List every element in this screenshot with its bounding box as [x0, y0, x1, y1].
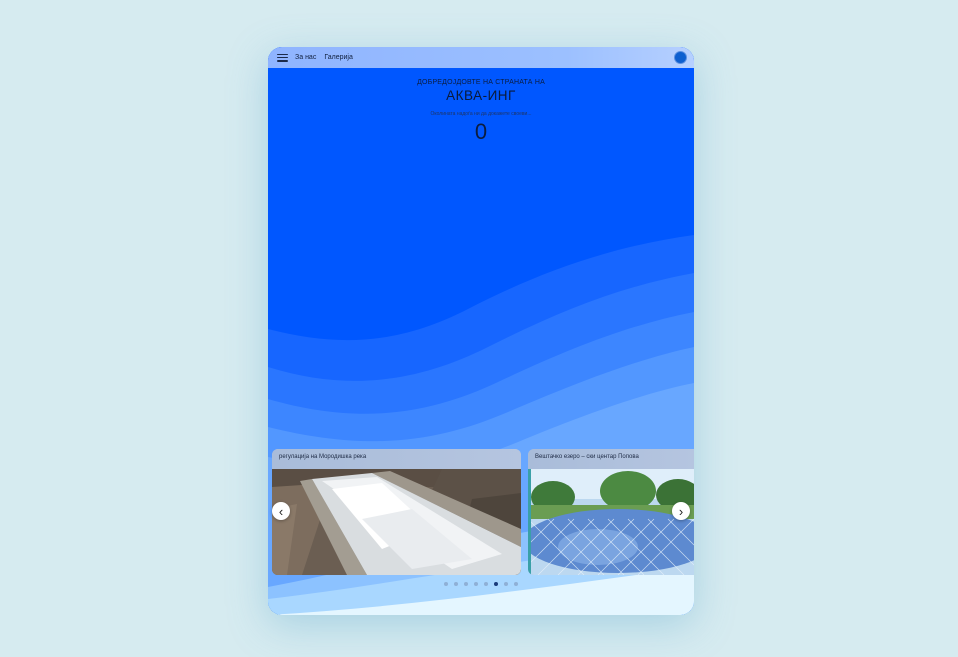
- nav-link-gallery[interactable]: Галерија: [324, 54, 353, 61]
- top-navigation-bar: За нас Галерија: [268, 47, 694, 68]
- counter-value: 0: [474, 119, 488, 144]
- carousel-prev-button[interactable]: ‹: [272, 502, 290, 520]
- hamburger-menu-icon[interactable]: [277, 53, 288, 62]
- river-channel-photo: [272, 469, 521, 575]
- brand-title: АКВА-ИНГ: [446, 88, 516, 103]
- carousel-dot[interactable]: [504, 582, 508, 586]
- carousel-dot[interactable]: [444, 582, 448, 586]
- chevron-left-icon: ‹: [278, 503, 284, 519]
- nav-link-about[interactable]: За нас: [295, 54, 316, 61]
- gallery-slide[interactable]: Вештачко езеро – ски центар Попова: [528, 449, 694, 575]
- chevron-right-icon: ›: [678, 503, 684, 519]
- carousel-next-button[interactable]: ›: [672, 502, 690, 520]
- carousel-dot[interactable]: [514, 582, 518, 586]
- carousel-dot[interactable]: [494, 582, 498, 586]
- tagline-text: Околината надоѓа ни да докажете своеви..…: [430, 111, 532, 117]
- gallery-slide[interactable]: регулација на Мородишка река: [272, 449, 521, 575]
- carousel-dots: [268, 582, 694, 586]
- avatar-icon[interactable]: [674, 51, 687, 64]
- welcome-heading: ДОБРЕДОЈДОВТЕ НА СТРАНАТА НА: [417, 79, 545, 86]
- slide-caption: регулација на Мородишка река: [272, 449, 521, 469]
- app-frame: За нас Галерија ДОБРЕДОЈДОВТЕ НА СТРАНАТ…: [268, 47, 694, 615]
- carousel-dot[interactable]: [454, 582, 458, 586]
- hero-section: ДОБРЕДОЈДОВТЕ НА СТРАНАТА НА АКВА-ИНГ Ок…: [268, 79, 694, 145]
- artificial-lake-photo: [528, 469, 694, 575]
- carousel-dot[interactable]: [484, 582, 488, 586]
- slide-caption: Вештачко езеро – ски центар Попова: [528, 449, 694, 469]
- carousel-dot[interactable]: [474, 582, 478, 586]
- carousel-dot[interactable]: [464, 582, 468, 586]
